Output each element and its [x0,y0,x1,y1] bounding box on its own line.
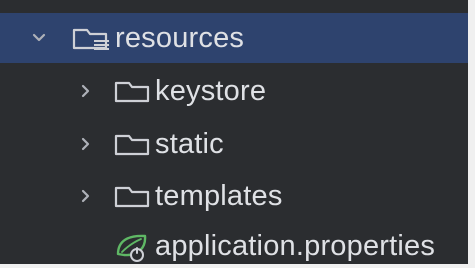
tree-item-label: application.properties [155,230,436,262]
resources-folder-icon [70,13,114,63]
tree-item-keystore[interactable]: keystore [0,66,468,116]
folder-icon [112,66,152,116]
project-tree: resources keystore static templates appl… [0,0,468,264]
chevron-right-icon[interactable] [70,119,100,169]
tree-item-static[interactable]: static [0,119,468,169]
tree-item-resources[interactable]: resources [0,13,468,63]
tree-item-label: keystore [155,75,267,107]
chevron-right-icon[interactable] [70,171,100,221]
tree-item-application-properties[interactable]: application.properties [0,221,468,264]
window-edge-right [468,0,475,268]
chevron-right-icon[interactable] [70,66,100,116]
window-edge-bottom [0,264,475,268]
tree-item-label: resources [115,22,245,54]
folder-icon [112,171,152,221]
tree-item-templates[interactable]: templates [0,171,468,221]
chevron-down-icon[interactable] [24,13,54,63]
tree-item-label: templates [155,180,283,212]
folder-icon [112,119,152,169]
tree-item-label: static [155,128,224,160]
spring-properties-icon [112,221,152,264]
